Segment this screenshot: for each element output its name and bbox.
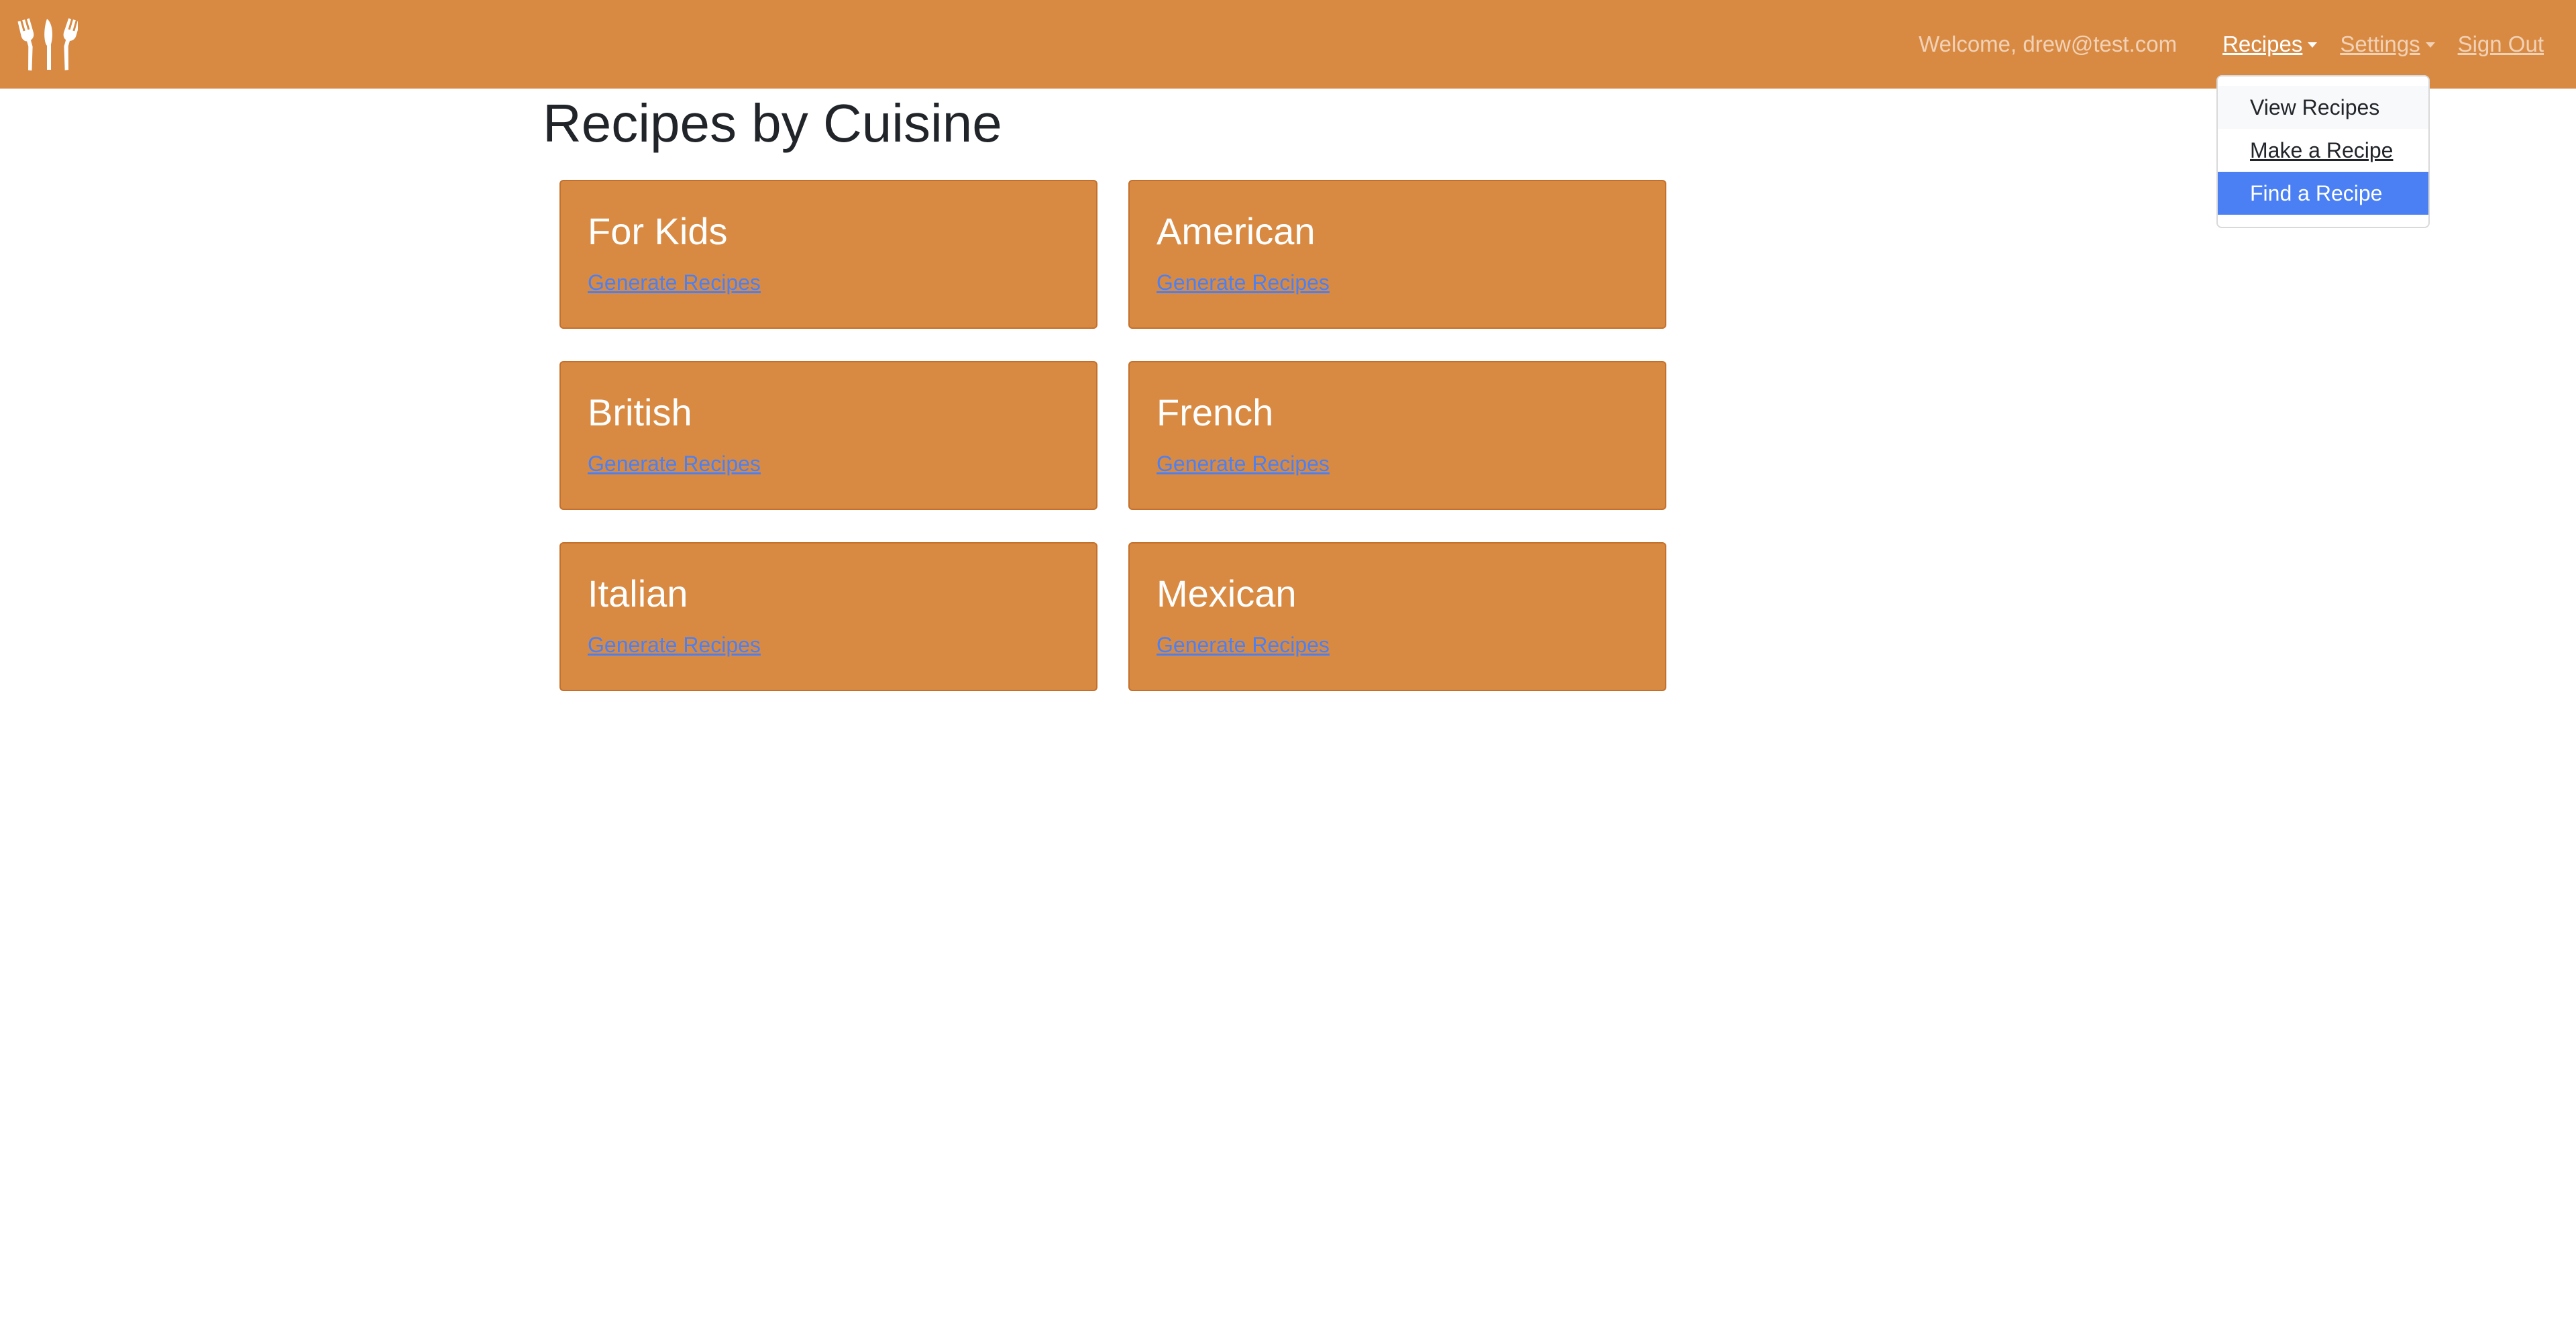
- cuisine-card-italian: Italian Generate Recipes: [559, 542, 1097, 691]
- generate-recipes-link[interactable]: Generate Recipes: [1157, 633, 1330, 658]
- card-title: For Kids: [588, 210, 728, 252]
- settings-dropdown-toggle[interactable]: Settings: [2340, 32, 2435, 57]
- card-title: British: [588, 391, 692, 433]
- generate-recipes-link[interactable]: Generate Recipes: [1157, 270, 1330, 295]
- card-title: French: [1157, 391, 1274, 433]
- chevron-down-icon: [2425, 42, 2435, 48]
- card-title: Italian: [588, 572, 688, 615]
- cuisine-card-for-kids: For Kids Generate Recipes: [559, 180, 1097, 329]
- generate-recipes-link[interactable]: Generate Recipes: [588, 452, 761, 476]
- page-title: Recipes by Cuisine: [543, 93, 1002, 153]
- generate-recipes-link[interactable]: Generate Recipes: [588, 633, 761, 658]
- menu-item-make-a-recipe[interactable]: Make a Recipe: [2218, 129, 2428, 172]
- cuisine-card-british: British Generate Recipes: [559, 361, 1097, 510]
- generate-recipes-link[interactable]: Generate Recipes: [1157, 452, 1330, 476]
- chevron-down-icon: [2308, 42, 2318, 48]
- card-title: Mexican: [1157, 572, 1297, 615]
- sign-out-link[interactable]: Sign Out: [2458, 32, 2544, 57]
- navbar: Welcome, drew@test.com Recipes Settings …: [0, 0, 2576, 89]
- card-title: American: [1157, 210, 1316, 252]
- menu-item-find-a-recipe[interactable]: Find a Recipe: [2218, 172, 2428, 215]
- recipes-label: Recipes: [2222, 32, 2303, 56]
- recipes-dropdown-toggle[interactable]: Recipes: [2222, 32, 2318, 57]
- menu-item-view-recipes[interactable]: View Recipes: [2218, 86, 2428, 129]
- fork-knife-icon[interactable]: [17, 16, 78, 72]
- cuisine-card-mexican: Mexican Generate Recipes: [1128, 542, 1666, 691]
- recipes-dropdown-menu: View Recipes Make a Recipe Find a Recipe: [2216, 75, 2430, 228]
- settings-label: Settings: [2340, 32, 2420, 56]
- cuisine-card-french: French Generate Recipes: [1128, 361, 1666, 510]
- generate-recipes-link[interactable]: Generate Recipes: [588, 270, 761, 295]
- cuisine-card-american: American Generate Recipes: [1128, 180, 1666, 329]
- welcome-text: Welcome, drew@test.com: [1919, 32, 2178, 56]
